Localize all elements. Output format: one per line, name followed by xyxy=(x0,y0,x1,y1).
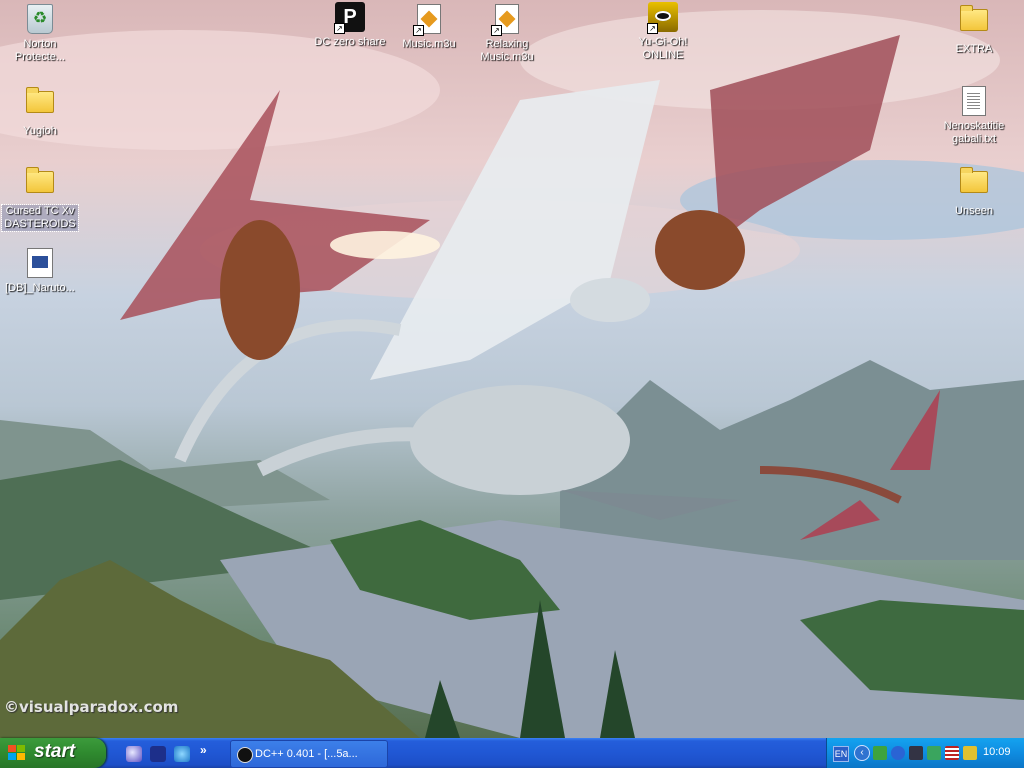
desktop-icon-yugioh-online[interactable]: ↗ Yu-Gi-Oh! ONLINE xyxy=(625,2,701,62)
folder-icon xyxy=(24,167,56,203)
desktop-icon-extra-folder[interactable]: EXTRA xyxy=(936,2,1012,56)
start-label: start xyxy=(34,741,76,762)
task-label: DC++ 0.401 - [...5a... xyxy=(255,748,358,760)
desktop-icon-label: Unseen xyxy=(955,205,993,217)
desktop-wallpaper xyxy=(0,0,1024,738)
desktop-icon-unseen-folder[interactable]: Unseen xyxy=(936,164,1012,218)
tray-clock[interactable]: 10:09 xyxy=(983,746,1011,758)
desktop-icon-label: Cursed TC Xv DASTEROIDS xyxy=(1,204,79,232)
shortcut-arrow-icon: ↗ xyxy=(334,23,345,34)
desktop-icon-naruto-video[interactable]: [DB]_Naruto... xyxy=(2,246,78,295)
show-hidden-icons-chevron-icon[interactable]: ‹ xyxy=(854,745,870,761)
wallpaper-watermark: ©visualparadox.com xyxy=(4,698,179,716)
taskbar: start » DC++ 0.401 - [...5a... EN ‹ 10:0… xyxy=(0,738,1024,768)
desktop-icon-label: Norton Protecte... xyxy=(14,38,66,63)
tray-star-icon[interactable] xyxy=(909,746,923,760)
desktop-icon-label: EXTRA xyxy=(955,43,993,55)
shortcut-arrow-icon: ↗ xyxy=(491,25,502,36)
quicklaunch-more-chevron-icon[interactable]: » xyxy=(200,743,207,757)
quicklaunch-browser-icon[interactable] xyxy=(126,746,142,762)
desktop-icon-label: Music.m3u xyxy=(402,38,456,50)
dcplusplus-icon xyxy=(237,747,253,763)
language-indicator[interactable]: EN xyxy=(833,746,849,762)
folder-icon xyxy=(958,5,990,41)
folder-icon xyxy=(958,167,990,203)
system-tray: EN ‹ 10:09 xyxy=(826,738,1024,768)
playlist-file-icon: ↗ xyxy=(413,4,445,36)
quicklaunch-winamp-icon[interactable] xyxy=(150,746,166,762)
tray-sync-icon[interactable] xyxy=(963,746,977,760)
desktop-icon-label: DC zero share xyxy=(314,36,386,48)
start-button[interactable]: start xyxy=(0,738,106,768)
desktop-icon-label: Relaxing Music.m3u xyxy=(480,38,534,63)
desktop-icon-label: Yu-Gi-Oh! ONLINE xyxy=(638,36,688,61)
video-file-icon xyxy=(24,248,56,280)
windows-logo-icon xyxy=(8,745,26,761)
desktop-icon-nenoskatitie-txt[interactable]: Nenoskatitie gabali.txt xyxy=(936,84,1012,146)
desktop-icon-norton-protected-recycle-bin[interactable]: ♻ Norton Protecte... xyxy=(2,2,78,64)
taskbar-button-dcplusplus[interactable]: DC++ 0.401 - [...5a... xyxy=(230,740,388,768)
shortcut-arrow-icon: ↗ xyxy=(647,23,658,34)
quicklaunch-internet-icon[interactable] xyxy=(174,746,190,762)
dcplusplus-icon: P ↗ xyxy=(334,2,366,34)
tray-network-icon[interactable] xyxy=(873,746,887,760)
desktop-icon-label: Nenoskatitie gabali.txt xyxy=(943,120,1005,145)
shortcut-arrow-icon: ↗ xyxy=(413,25,424,36)
recycle-bin-icon: ♻ xyxy=(24,4,56,36)
tray-us-flag-icon[interactable] xyxy=(945,746,959,760)
dragons-landscape-image xyxy=(0,10,1024,738)
playlist-file-icon: ↗ xyxy=(491,4,523,36)
desktop-icon-yugioh-folder[interactable]: Yugioh xyxy=(2,84,78,138)
folder-icon xyxy=(24,87,56,123)
desktop-icon-dc-zero-share[interactable]: P ↗ DC zero share xyxy=(312,2,388,49)
desktop-icon-relaxing-music-m3u[interactable]: ↗ Relaxing Music.m3u xyxy=(469,2,545,64)
tray-help-icon[interactable] xyxy=(891,746,905,760)
millennium-eye-icon: ↗ xyxy=(647,2,679,34)
desktop-icon-label: [DB]_Naruto... xyxy=(5,282,75,294)
desktop-icon-music-m3u[interactable]: ↗ Music.m3u xyxy=(391,2,467,51)
text-file-icon xyxy=(958,86,990,118)
desktop-icon-label: Yugioh xyxy=(23,125,57,137)
tray-hourglass-icon[interactable] xyxy=(927,746,941,760)
desktop-icon-cursed-folder[interactable]: Cursed TC Xv DASTEROIDS xyxy=(1,164,79,232)
